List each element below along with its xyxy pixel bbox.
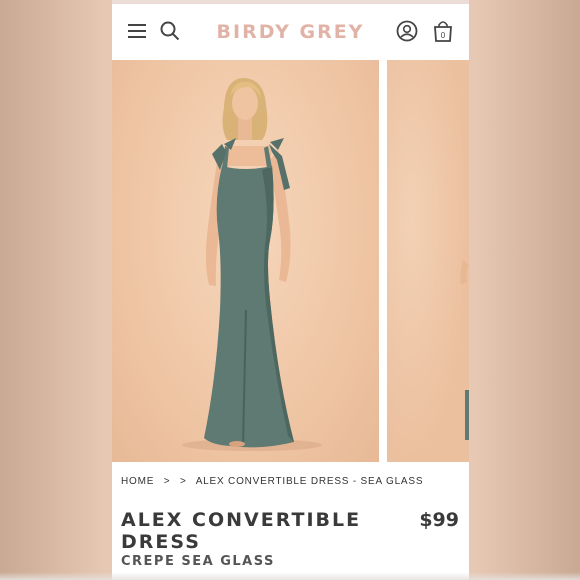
shopping-bag-icon[interactable]: 0 (430, 18, 456, 44)
breadcrumb-current: ALEX CONVERTIBLE DRESS - SEA GLASS (195, 476, 424, 487)
product-price: $99 (419, 509, 459, 531)
model-in-dress-image (182, 78, 322, 451)
product-page: BIRDY GREY 0 HOME > > ALEX CONVERTIBLE D… (112, 0, 469, 580)
product-image-main[interactable] (112, 60, 379, 462)
breadcrumb-separator: > (180, 476, 187, 487)
bottom-shadow (0, 572, 580, 580)
product-title: ALEX CONVERTIBLE DRESS (121, 509, 362, 553)
product-image-gallery[interactable] (112, 60, 469, 462)
breadcrumb-home[interactable]: HOME (121, 476, 154, 487)
cart-count: 0 (441, 31, 446, 40)
product-image-next[interactable] (387, 60, 469, 462)
site-header: BIRDY GREY 0 (112, 4, 469, 60)
breadcrumb: HOME > > ALEX CONVERTIBLE DRESS - SEA GL… (121, 476, 429, 487)
model-partial-image (460, 260, 469, 440)
product-color-name: CREPE SEA GLASS (121, 554, 275, 569)
breadcrumb-separator: > (163, 476, 171, 487)
user-account-icon[interactable] (394, 18, 420, 44)
